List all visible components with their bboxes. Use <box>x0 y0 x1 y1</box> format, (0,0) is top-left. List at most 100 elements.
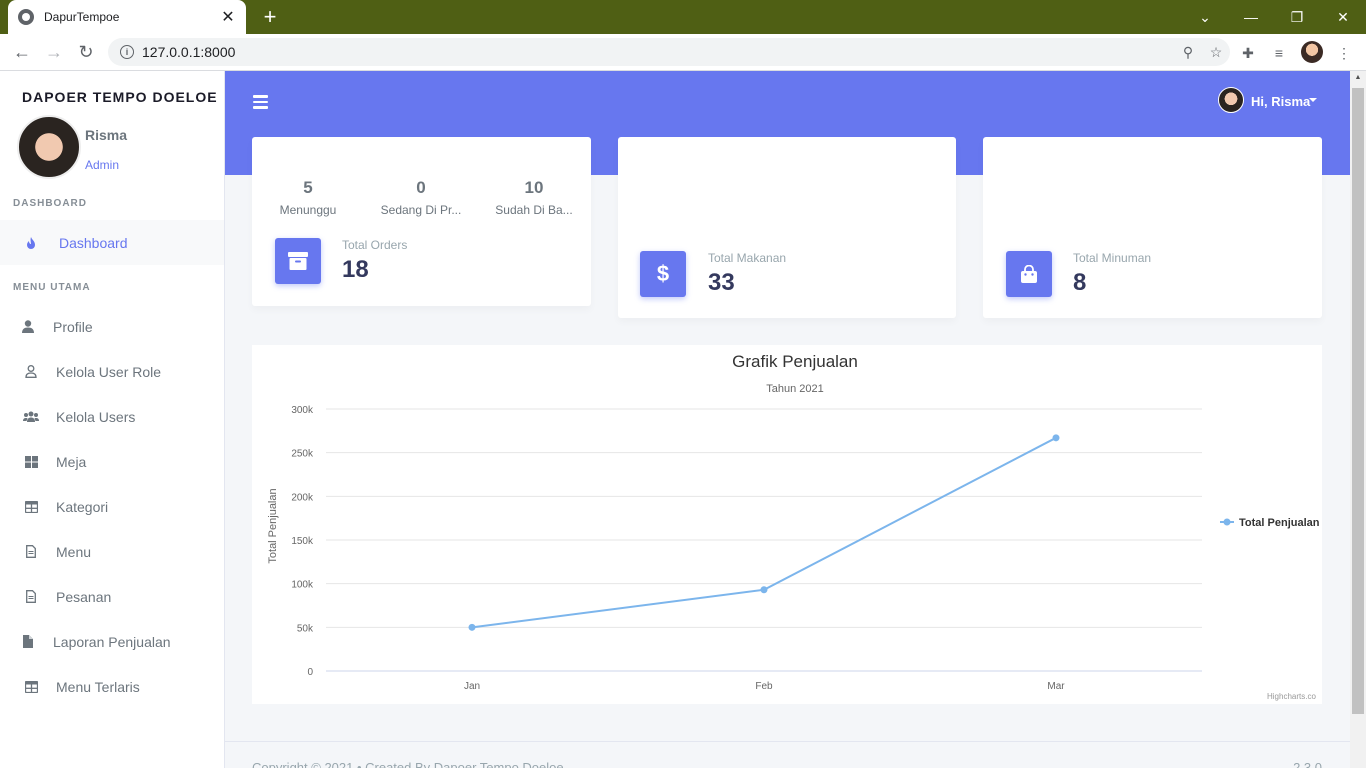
scrollbar-thumb[interactable] <box>1352 88 1364 714</box>
sidebar-item-label: Dashboard <box>59 234 128 251</box>
sidebar-item-kelola-users[interactable]: Kelola Users <box>0 394 224 439</box>
chart-credits[interactable]: Highcharts.co <box>1267 692 1316 701</box>
close-tab-icon[interactable]: ✕ <box>220 7 236 27</box>
data-point[interactable] <box>760 586 768 594</box>
users-icon <box>23 409 39 425</box>
address-bar[interactable]: i 127.0.0.1:8000 ⚲ ☆ <box>108 38 1230 66</box>
sidebar-item-label: Kelola Users <box>56 408 136 425</box>
y-tick-label: 100k <box>291 580 314 591</box>
y-tick-label: 50k <box>297 623 314 634</box>
orders-value: 18 <box>342 256 369 283</box>
menu-kebab-icon[interactable]: ⋮ <box>1333 42 1355 64</box>
brand-title[interactable]: DAPOER TEMPO DOELOE <box>22 89 218 105</box>
sidebar-item-label: Meja <box>56 453 87 470</box>
new-tab-button[interactable]: + <box>258 5 282 29</box>
tab-title: DapurTempoe <box>44 10 120 24</box>
browser-toolbar: ← → ↻ i 127.0.0.1:8000 ⚲ ☆ ✚ ≡ ⋮ <box>0 34 1366 71</box>
sidebar-item-pesanan[interactable]: Pesanan <box>0 574 224 619</box>
reload-icon[interactable]: ↻ <box>74 40 98 64</box>
sales-chart: 0 50k 100k 150k 200k 250k 300k Jan Feb Mar Grafik… <box>267 352 1320 701</box>
back-icon[interactable]: ← <box>10 40 34 64</box>
hamburger-menu-icon[interactable] <box>253 95 268 109</box>
sidebar-item-label: Menu Terlaris <box>56 678 140 695</box>
browser-tab[interactable]: DapurTempoe ✕ <box>8 0 246 34</box>
sidebar-item-label: Laporan Penjualan <box>53 633 171 650</box>
y-tick-label: 0 <box>307 667 313 678</box>
globe-icon <box>18 9 34 25</box>
sidebar-item-kategori[interactable]: Kategori <box>0 484 224 529</box>
sidebar-item-label: Kelola User Role <box>56 363 162 380</box>
bookmark-star-icon[interactable]: ☆ <box>1202 44 1230 61</box>
user-icon <box>20 319 36 335</box>
archive-icon <box>275 238 321 284</box>
sidebar-item-menu[interactable]: Menu <box>0 529 224 574</box>
makanan-value: 33 <box>708 269 735 296</box>
data-point[interactable] <box>1052 434 1060 442</box>
user-role: Admin <box>85 158 120 172</box>
info-icon[interactable]: i <box>120 45 134 59</box>
file-icon <box>23 544 39 560</box>
tab-search-icon[interactable]: ⌄ <box>1182 0 1228 34</box>
dollar-icon: $ <box>640 251 686 297</box>
sidebar-item-label: Kategori <box>56 498 109 515</box>
legend-marker <box>1223 518 1231 526</box>
data-point[interactable] <box>468 623 476 631</box>
section-dashboard: DASHBOARD <box>13 198 87 209</box>
sidebar-item-dashboard[interactable]: Dashboard <box>0 220 224 265</box>
minuman-title: Total Minuman <box>1073 251 1152 265</box>
extensions-icon[interactable]: ✚ <box>1237 42 1259 64</box>
stat-menunggu-label: Menunggu <box>279 203 337 217</box>
minuman-value: 8 <box>1073 269 1087 296</box>
sidebar: DAPOER TEMPO DOELOE Risma Admin DASHBOAR… <box>0 71 225 768</box>
footer-copyright: Copyright © 2021 • Created By Dapoer Tem… <box>252 760 564 768</box>
sidebar-item-menu-terlaris[interactable]: Menu Terlaris <box>0 664 224 709</box>
browser-titlebar: DapurTempoe ✕ + ⌄ — ❐ ✕ <box>0 0 1366 34</box>
orders-title: Total Orders <box>342 238 408 252</box>
sidebar-item-laporan-penjualan[interactable]: Laporan Penjualan <box>0 619 224 664</box>
media-control-icon[interactable]: ≡ <box>1268 42 1290 64</box>
profile-avatar[interactable] <box>1301 41 1323 63</box>
x-tick-label: Jan <box>464 681 480 692</box>
makanan-title: Total Makanan <box>708 251 787 265</box>
stat-diproses-value: 0 <box>416 178 426 197</box>
series-line[interactable] <box>471 436 1057 629</box>
sidebar-item-label: Menu <box>56 543 92 560</box>
makanan-card: $ Total Makanan 33 <box>618 137 956 318</box>
chart-title: Grafik Penjualan <box>732 352 858 371</box>
chart-legend[interactable]: Total Penjualan <box>1220 517 1320 529</box>
y-tick-label: 150k <box>291 536 314 547</box>
table-icon <box>23 679 39 695</box>
grid-icon <box>23 454 39 470</box>
caret-down-icon[interactable] <box>1309 98 1317 102</box>
user-name: Risma <box>85 127 128 143</box>
forward-icon[interactable]: → <box>42 40 66 64</box>
zoom-icon[interactable]: ⚲ <box>1174 44 1202 61</box>
section-menu-utama: MENU UTAMA <box>13 282 91 293</box>
sales-chart-card: 0 50k 100k 150k 200k 250k 300k Jan Feb Mar Grafik… <box>252 345 1322 704</box>
table-icon <box>23 499 39 515</box>
scroll-up-arrow-icon[interactable]: ▲ <box>1352 74 1364 84</box>
restore-button[interactable]: ❐ <box>1274 0 1320 34</box>
user-greeting[interactable]: Hi, Risma <box>1251 94 1310 109</box>
sidebar-item-label: Pesanan <box>56 588 112 605</box>
stat-sudah-value: 10 <box>524 178 544 197</box>
url-text[interactable]: 127.0.0.1:8000 <box>142 44 1174 60</box>
stat-sudah-label: Sudah Di Ba... <box>495 203 573 217</box>
sidebar-item-meja[interactable]: Meja <box>0 439 224 484</box>
close-window-button[interactable]: ✕ <box>1320 0 1366 34</box>
stat-menunggu-value: 5 <box>303 178 313 197</box>
chart-subtitle: Tahun 2021 <box>766 383 824 395</box>
y-axis-label: Total Penjualan <box>267 488 279 563</box>
shopping-bag-icon <box>1006 251 1052 297</box>
footer-version: 2.3.0 <box>1293 760 1322 768</box>
legend-item-total-penjualan[interactable]: Total Penjualan <box>1239 517 1320 529</box>
sidebar-item-kelola-user-role[interactable]: Kelola User Role <box>0 349 224 394</box>
minimize-button[interactable]: — <box>1228 0 1274 34</box>
header-avatar[interactable] <box>1218 87 1244 113</box>
file-icon <box>23 589 39 605</box>
sidebar-item-profile[interactable]: Profile <box>0 304 224 349</box>
stat-diproses-label: Sedang Di Pr... <box>380 203 462 217</box>
y-tick-label: 200k <box>291 492 314 503</box>
x-tick-label: Feb <box>755 681 773 692</box>
x-tick-label: Mar <box>1047 681 1065 692</box>
